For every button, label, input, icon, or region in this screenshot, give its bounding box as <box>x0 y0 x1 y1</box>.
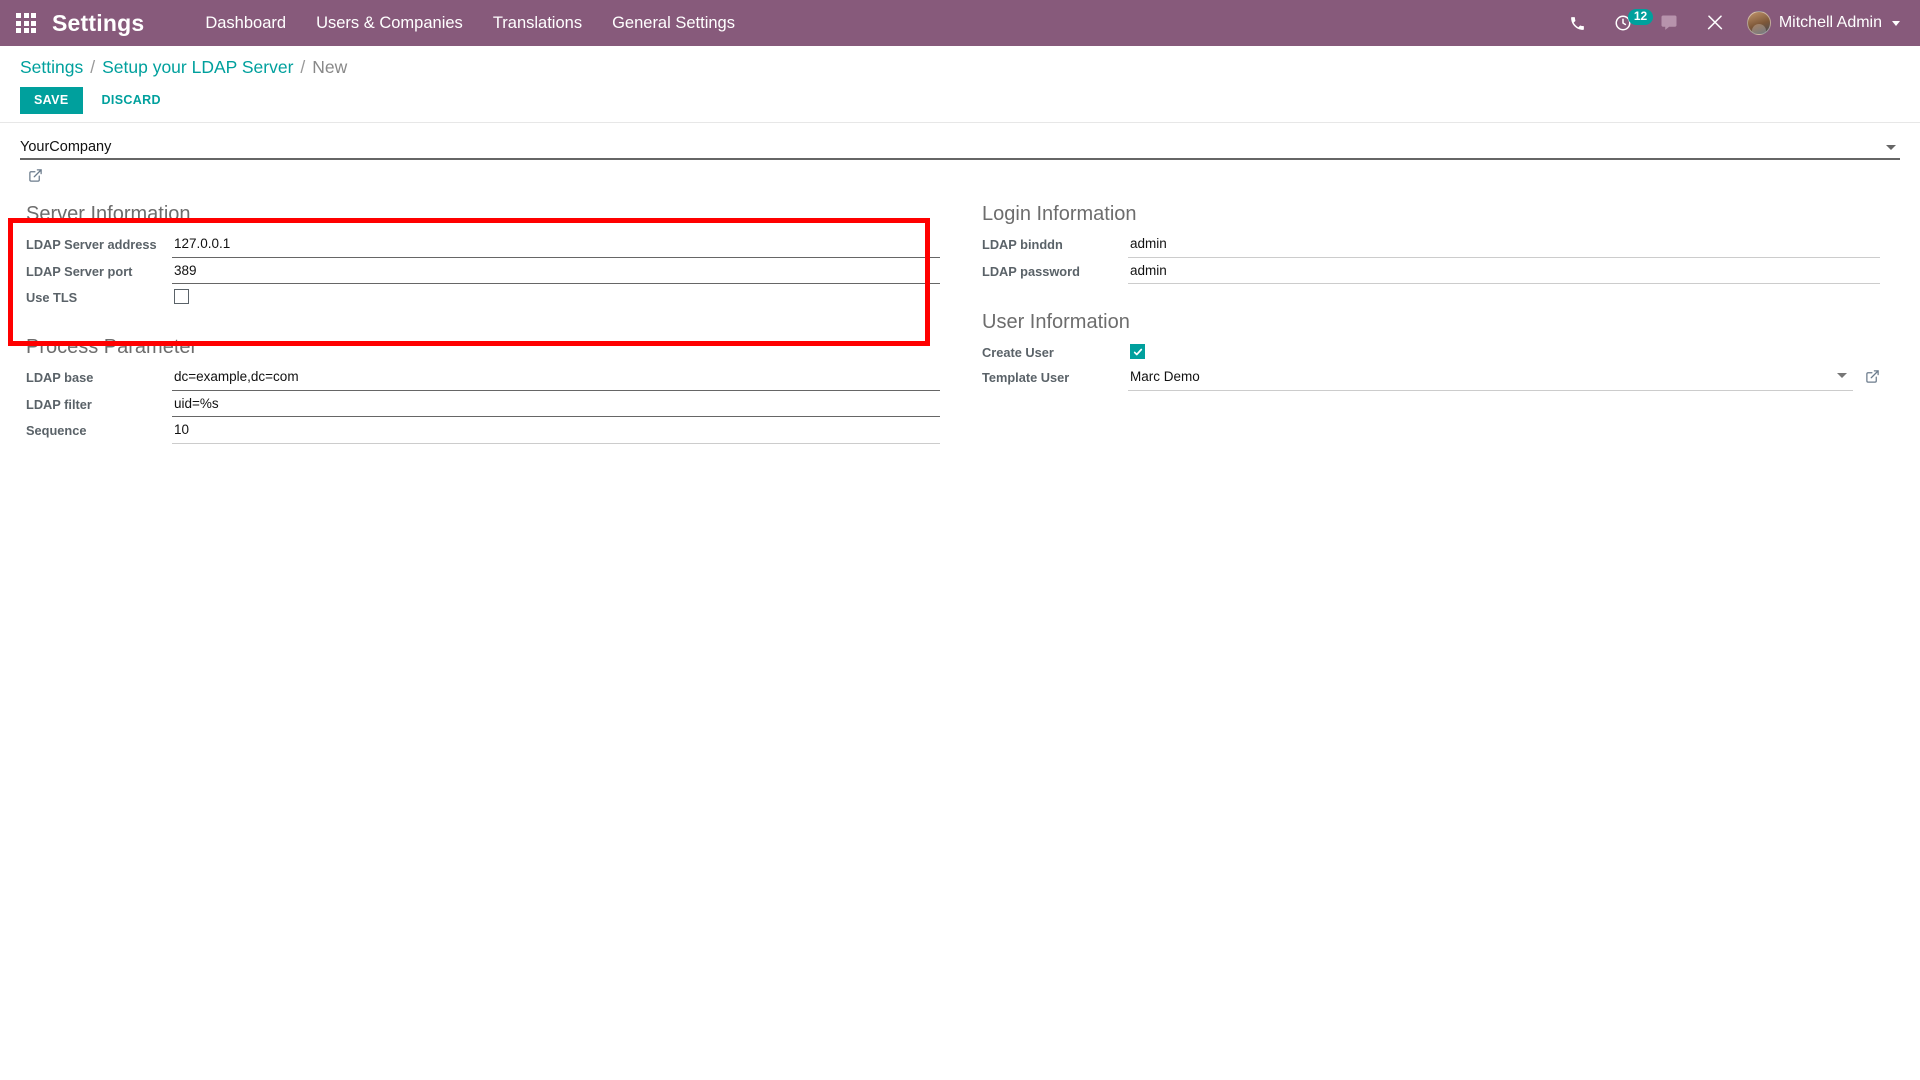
developer-tools-icon <box>1706 14 1724 32</box>
value-sequence <box>172 419 940 444</box>
save-button[interactable]: SAVE <box>20 86 83 115</box>
ldap-password-input[interactable] <box>1128 259 1880 285</box>
breadcrumb-item-settings[interactable]: Settings <box>20 56 83 79</box>
messages-button[interactable] <box>1647 0 1691 46</box>
field-row-ldap-server-port: LDAP Server port <box>20 259 940 285</box>
field-row-ldap-base: LDAP base <box>20 366 940 391</box>
form-column-right: Login Information LDAP binddn LDAP passw… <box>960 202 1900 470</box>
template-user-external-link[interactable] <box>1853 369 1880 389</box>
field-row-sequence: Sequence <box>20 419 940 444</box>
group-title-server-information: Server Information <box>26 203 191 226</box>
chevron-down-icon <box>1892 20 1900 26</box>
label-use-tls: Use TLS <box>26 290 78 306</box>
label-ldap-server-address: LDAP Server address <box>26 237 157 253</box>
external-link-icon[interactable] <box>28 168 43 188</box>
app-brand-title: Settings <box>52 9 145 36</box>
value-use-tls <box>172 286 940 309</box>
label-sequence: Sequence <box>26 423 87 439</box>
template-user-widget <box>1128 366 1880 391</box>
discard-button[interactable]: DISCARD <box>91 87 172 115</box>
value-ldap-binddn <box>1128 233 1880 258</box>
label-ldap-base: LDAP base <box>26 370 94 386</box>
value-ldap-filter <box>172 392 940 418</box>
main-menu-bar: Dashboard Users & Companies Translations… <box>190 0 750 46</box>
ldap-filter-input[interactable] <box>172 392 940 418</box>
record-action-buttons: SAVE DISCARD <box>0 79 1920 117</box>
chevron-down-icon[interactable] <box>1886 145 1896 151</box>
apps-grid-icon <box>16 13 36 33</box>
user-menu-label: Mitchell Admin <box>1778 14 1882 31</box>
label-ldap-password: LDAP password <box>982 263 1080 279</box>
menu-item-users-companies[interactable]: Users & Companies <box>301 0 478 46</box>
ldap-binddn-input[interactable] <box>1128 233 1880 258</box>
ldap-server-address-input[interactable] <box>172 233 940 258</box>
value-ldap-server-port <box>172 259 940 285</box>
chat-bubble-icon <box>1660 14 1678 32</box>
field-row-ldap-binddn: LDAP binddn <box>976 233 1880 258</box>
template-user-field <box>1128 366 1853 391</box>
phone-button[interactable] <box>1556 0 1599 46</box>
breadcrumb-separator: / <box>90 57 96 77</box>
use-tls-checkbox[interactable] <box>174 289 189 305</box>
user-menu-button[interactable]: Mitchell Admin <box>1739 0 1910 46</box>
field-row-ldap-filter: LDAP filter <box>20 392 940 418</box>
group-title-user-information: User Information <box>982 311 1130 334</box>
breadcrumb: Settings / Setup your LDAP Server / New <box>0 56 1920 79</box>
group-server-information: Server Information LDAP Server address L… <box>20 202 940 309</box>
value-ldap-password <box>1128 259 1880 285</box>
ldap-base-input[interactable] <box>172 366 940 391</box>
breadcrumb-item-ldap-server[interactable]: Setup your LDAP Server <box>102 56 293 79</box>
form-sheet: YourCompany Server Information LDAP Serv… <box>0 123 1920 470</box>
user-avatar <box>1746 11 1771 35</box>
breadcrumb-item-new: New <box>312 57 348 77</box>
group-title-process-parameter: Process Parameter <box>26 336 198 359</box>
field-row-ldap-server-address: LDAP Server address <box>20 233 940 258</box>
form-columns: Server Information LDAP Server address L… <box>20 202 1900 470</box>
template-user-input[interactable] <box>1128 366 1853 391</box>
control-panel: Settings / Setup your LDAP Server / New … <box>0 46 1920 124</box>
systray: 12 Mitchell Admin <box>1556 0 1910 46</box>
label-ldap-filter: LDAP filter <box>26 396 92 412</box>
create-user-checkbox[interactable] <box>1130 344 1145 360</box>
group-login-information: Login Information LDAP binddn LDAP passw… <box>976 202 1880 285</box>
sequence-input[interactable] <box>172 419 940 444</box>
menu-item-general-settings[interactable]: General Settings <box>597 0 750 46</box>
label-ldap-server-port: LDAP Server port <box>26 263 133 279</box>
breadcrumb-separator: / <box>300 57 306 77</box>
menu-item-translations[interactable]: Translations <box>478 0 597 46</box>
label-template-user: Template User <box>982 370 1070 386</box>
group-process-parameter: Process Parameter LDAP base LDAP filter … <box>20 335 940 444</box>
company-external-link-row <box>20 164 1900 188</box>
field-row-ldap-password: LDAP password <box>976 259 1880 285</box>
value-create-user <box>1128 341 1880 362</box>
label-create-user: Create User <box>982 345 1054 361</box>
value-ldap-server-address <box>172 233 940 258</box>
value-template-user <box>1128 366 1880 391</box>
form-column-left: Server Information LDAP Server address L… <box>20 202 960 470</box>
apps-menu-button[interactable] <box>0 0 52 46</box>
group-title-login-information: Login Information <box>982 203 1137 226</box>
activities-button[interactable]: 12 <box>1601 0 1654 46</box>
ldap-server-port-input[interactable] <box>172 259 940 285</box>
external-link-icon <box>1865 369 1880 388</box>
field-row-use-tls: Use TLS <box>20 286 940 309</box>
top-navbar: Settings Dashboard Users & Companies Tra… <box>0 0 1920 46</box>
menu-item-dashboard[interactable]: Dashboard <box>190 0 301 46</box>
field-row-create-user: Create User <box>976 341 1880 364</box>
company-input[interactable]: YourCompany <box>20 137 1900 161</box>
phone-icon <box>1569 15 1586 32</box>
developer-tools-button[interactable] <box>1693 0 1737 46</box>
group-user-information: User Information Create User Template Us… <box>976 310 1880 391</box>
field-row-template-user: Template User <box>976 366 1880 391</box>
company-field-row: YourCompany <box>20 137 1900 161</box>
value-ldap-base <box>172 366 940 391</box>
label-ldap-binddn: LDAP binddn <box>982 237 1063 253</box>
